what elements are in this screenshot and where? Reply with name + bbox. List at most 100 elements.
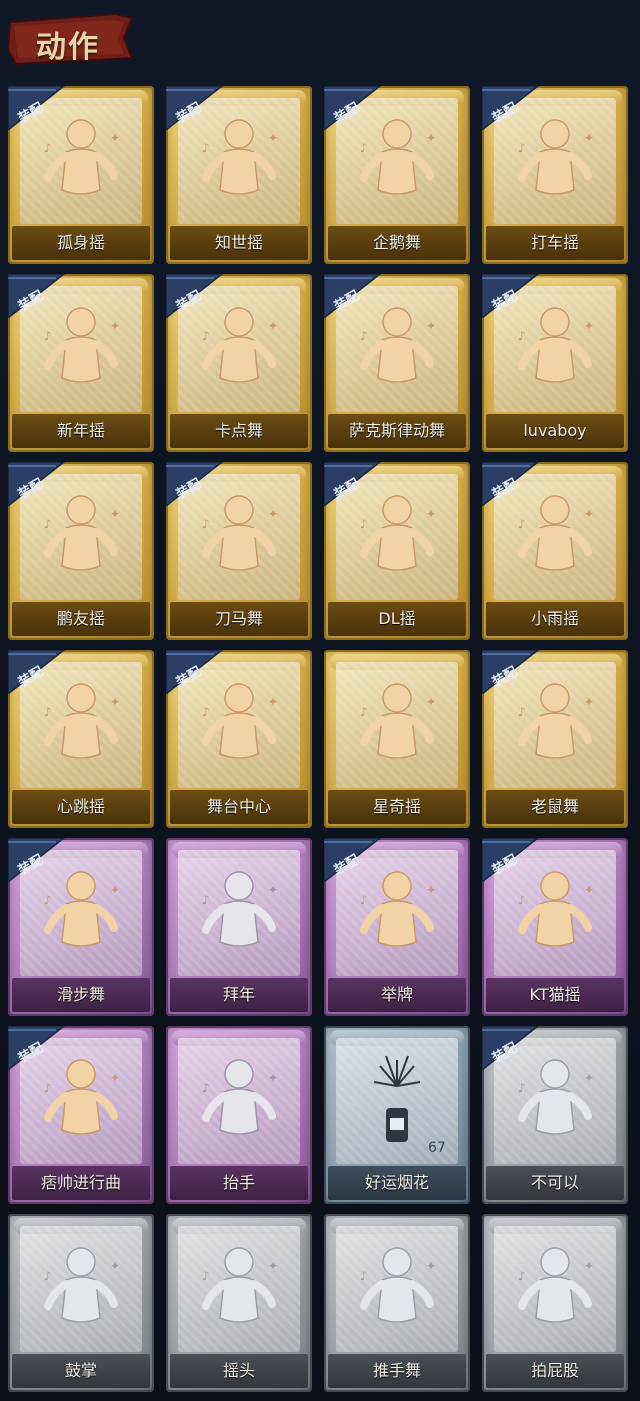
svg-text:✦: ✦	[584, 507, 594, 521]
equipped-badge: 装配	[324, 838, 384, 882]
svg-text:♪: ♪	[360, 1269, 368, 1283]
equipped-badge: 装配	[482, 838, 542, 882]
svg-text:✦: ✦	[110, 1259, 120, 1273]
emote-card[interactable]: ♪ ✦ 推手舞	[324, 1214, 470, 1392]
card-label: 心跳摇	[56, 797, 105, 816]
equipped-badge: 装配	[8, 838, 68, 882]
card-label: 滑步舞	[56, 985, 105, 1004]
card-label: 抬手	[222, 1173, 255, 1192]
emote-card[interactable]: ♪ ✦ 举牌 装配	[324, 838, 470, 1016]
svg-text:✦: ✦	[426, 131, 436, 145]
svg-text:♪: ♪	[202, 517, 210, 531]
card-label: 小雨摇	[530, 609, 579, 628]
star-pose-icon: ♪✦	[360, 683, 436, 759]
svg-text:♪: ♪	[360, 517, 368, 531]
card-label: 鹏友摇	[56, 609, 105, 628]
svg-text:♪: ♪	[202, 893, 210, 907]
svg-text:♪: ♪	[360, 329, 368, 343]
emote-card[interactable]: ♪ ✦ 企鹅舞 装配	[324, 86, 470, 264]
equipped-badge: 装配	[8, 1026, 68, 1070]
svg-text:♪: ♪	[518, 705, 526, 719]
emote-card[interactable]: ♪ ✦ DL摇 装配	[324, 462, 470, 640]
svg-text:✦: ✦	[268, 319, 278, 333]
svg-text:♪: ♪	[202, 705, 210, 719]
equipped-badge: 装配	[324, 462, 384, 506]
svg-text:♪: ♪	[44, 517, 52, 531]
head-shake-icon: ♪✦	[202, 1247, 278, 1323]
card-label: 刀马舞	[214, 609, 263, 628]
svg-text:♪: ♪	[360, 141, 368, 155]
svg-text:♪: ♪	[44, 329, 52, 343]
emote-card[interactable]: ♪ ✦ 心跳摇 装配	[8, 650, 154, 828]
card-label: KT猫摇	[529, 985, 581, 1004]
emote-card[interactable]: ♪ ✦ 滑步舞 装配	[8, 838, 154, 1016]
svg-text:✦: ✦	[110, 695, 120, 709]
svg-text:✦: ✦	[110, 1071, 120, 1085]
card-label: 好运烟花	[364, 1173, 429, 1192]
emote-card[interactable]: ♪ ✦ 卡点舞 装配	[166, 274, 312, 452]
emote-card[interactable]: ♪ ✦ 知世摇 装配	[166, 86, 312, 264]
emote-card[interactable]: ♪ ✦ 小雨摇 装配	[482, 462, 628, 640]
svg-text:✦: ✦	[110, 319, 120, 333]
svg-text:♪: ♪	[44, 893, 52, 907]
emote-card[interactable]: ♪ ✦ 鼓掌	[8, 1214, 154, 1392]
svg-text:✦: ✦	[110, 131, 120, 145]
emote-card[interactable]: 好运烟花 67	[324, 1026, 470, 1204]
page-title: 动作	[36, 30, 100, 65]
svg-text:♪: ♪	[360, 705, 368, 719]
emote-card[interactable]: ♪ ✦ 不可以 装配	[482, 1026, 628, 1204]
card-label: 孤身摇	[56, 233, 105, 252]
card-label: 舞台中心	[206, 797, 271, 816]
emote-card[interactable]: ♪ ✦ 老鼠舞 装配	[482, 650, 628, 828]
card-label: 拜年	[222, 985, 255, 1004]
emote-card[interactable]: ♪ ✦ 摇头	[166, 1214, 312, 1392]
emote-card[interactable]: ♪ ✦ 抬手	[166, 1026, 312, 1204]
emote-card[interactable]: ♪ ✦ 鹏友摇 装配	[8, 462, 154, 640]
svg-text:✦: ✦	[584, 883, 594, 897]
emote-card[interactable]: ♪ ✦ KT猫摇 装配	[482, 838, 628, 1016]
card-label: 拍屁股	[530, 1361, 579, 1380]
equipped-badge: 装配	[324, 274, 384, 318]
svg-text:♪: ♪	[44, 141, 52, 155]
equipped-badge: 装配	[8, 274, 68, 318]
emote-card[interactable]: ♪ ✦ luvaboy 装配	[482, 274, 628, 452]
svg-text:✦: ✦	[426, 507, 436, 521]
emote-card[interactable]: ♪ ✦ 舞台中心 装配	[166, 650, 312, 828]
card-label: 摇头	[222, 1361, 255, 1380]
equipped-badge: 装配	[482, 1026, 542, 1070]
push-hands-icon: ♪✦	[360, 1247, 436, 1323]
equipped-badge: 装配	[324, 86, 384, 130]
svg-text:♪: ♪	[44, 1269, 52, 1283]
svg-text:✦: ✦	[268, 1071, 278, 1085]
card-label: luvaboy	[523, 421, 587, 440]
emote-card[interactable]: ♪ ✦ 刀马舞 装配	[166, 462, 312, 640]
equipped-badge: 装配	[482, 650, 542, 694]
raise-hand-icon: ♪✦	[202, 1059, 278, 1135]
card-label: 星奇摇	[372, 797, 421, 816]
svg-text:✦: ✦	[584, 131, 594, 145]
emote-card[interactable]: ♪ ✦ 萨克斯律动舞 装配	[324, 274, 470, 452]
clap-hands-icon: ♪✦	[44, 1247, 120, 1323]
emote-card[interactable]: ♪ ✦ 拍屁股	[482, 1214, 628, 1392]
card-label: 老鼠舞	[530, 797, 579, 816]
emote-card[interactable]: ♪ ✦ 打车摇 装配	[482, 86, 628, 264]
equipped-badge: 装配	[8, 86, 68, 130]
emote-card[interactable]: ♪ ✦ 新年摇 装配	[8, 274, 154, 452]
equipped-badge: 装配	[8, 650, 68, 694]
card-label: 卡点舞	[214, 421, 263, 440]
emote-card[interactable]: ♪ ✦ 孤身摇 装配	[8, 86, 154, 264]
card-label: DL摇	[378, 609, 416, 628]
equipped-badge: 装配	[166, 650, 226, 694]
emote-card[interactable]: ♪ ✦ 星奇摇	[324, 650, 470, 828]
emote-card[interactable]: ♪ ✦ 拜年	[166, 838, 312, 1016]
equipped-badge: 装配	[482, 274, 542, 318]
svg-text:✦: ✦	[268, 695, 278, 709]
svg-text:✦: ✦	[426, 319, 436, 333]
card-label: 打车摇	[530, 233, 579, 252]
card-label: 新年摇	[56, 421, 105, 440]
svg-text:✦: ✦	[584, 695, 594, 709]
emote-card[interactable]: ♪ ✦ 痞帅进行曲 装配	[8, 1026, 154, 1204]
svg-text:♪: ♪	[44, 1081, 52, 1095]
svg-text:♪: ♪	[202, 141, 210, 155]
svg-text:♪: ♪	[202, 1269, 210, 1283]
